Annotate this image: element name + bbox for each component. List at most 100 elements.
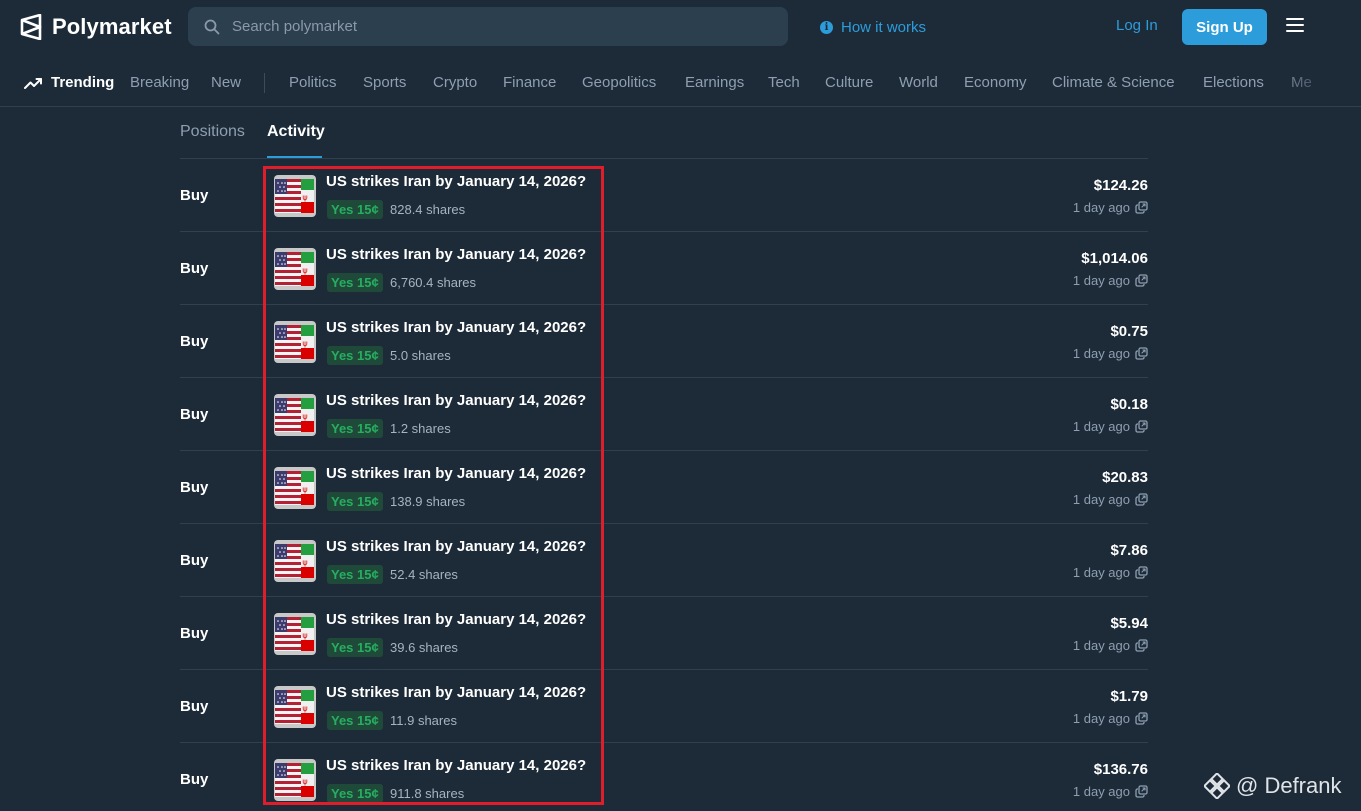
nav-breaking[interactable]: Breaking <box>130 74 189 91</box>
trade-amount: $0.18 <box>1110 396 1148 413</box>
market-title[interactable]: US strikes Iran by January 14, 2026? <box>326 392 586 409</box>
nav-new[interactable]: New <box>211 74 241 91</box>
svg-text:ψ: ψ <box>302 412 307 421</box>
outcome-badge: Yes 15¢ <box>327 711 383 730</box>
trade-amount: $1,014.06 <box>1081 250 1148 267</box>
trade-time: 1 day ago <box>1072 711 1130 726</box>
time-and-link: 1 day ago <box>1073 784 1148 799</box>
market-flag-icon[interactable]: ψ <box>274 248 316 290</box>
trade-amount: $0.75 <box>1110 323 1148 340</box>
svg-text:ψ: ψ <box>302 558 307 567</box>
market-title[interactable]: US strikes Iran by January 14, 2026? <box>326 173 586 190</box>
time-and-link: 1 day ago <box>1073 711 1148 726</box>
time-and-link: 1 day ago <box>1073 492 1148 507</box>
time-and-link: 1 day ago <box>1073 419 1148 434</box>
trade-type: Buy <box>180 698 209 715</box>
external-link-icon[interactable] <box>1135 420 1148 433</box>
login-button[interactable]: Log In <box>1116 17 1158 34</box>
shares-count: 828.4 shares <box>390 202 466 217</box>
nav-earnings[interactable]: Earnings <box>685 74 744 91</box>
trade-time: 1 day ago <box>1072 492 1130 507</box>
info-icon: i <box>820 20 833 34</box>
outcome-badge: Yes 15¢ <box>327 419 383 438</box>
trade-amount: $124.26 <box>1093 177 1148 194</box>
shares-count: 1.2 shares <box>390 421 451 436</box>
market-title[interactable]: US strikes Iran by January 14, 2026? <box>326 319 586 336</box>
shares-count: 5.0 shares <box>390 348 451 363</box>
nav-sports[interactable]: Sports <box>363 74 406 91</box>
svg-text:ψ: ψ <box>302 193 307 202</box>
trade-type: Buy <box>180 479 209 496</box>
time-and-link: 1 day ago <box>1073 565 1148 580</box>
search-bar[interactable] <box>188 7 788 46</box>
nav-finance[interactable]: Finance <box>503 74 556 91</box>
time-and-link: 1 day ago <box>1073 200 1148 215</box>
market-flag-icon[interactable]: ψ <box>274 686 316 728</box>
how-it-works-label: How it works <box>841 18 927 36</box>
external-link-icon[interactable] <box>1135 712 1148 725</box>
market-title[interactable]: US strikes Iran by January 14, 2026? <box>326 611 586 628</box>
nav-politics[interactable]: Politics <box>289 74 337 91</box>
nav-elections[interactable]: Elections <box>1203 74 1264 91</box>
market-flag-icon[interactable]: ψ <box>274 759 316 801</box>
external-link-icon[interactable] <box>1135 639 1148 652</box>
external-link-icon[interactable] <box>1135 201 1148 214</box>
outcome-badge: Yes 15¢ <box>327 784 383 803</box>
external-link-icon[interactable] <box>1135 785 1148 798</box>
market-flag-icon[interactable]: ψ <box>274 540 316 582</box>
nav-climate-science[interactable]: Climate & Science <box>1052 74 1175 91</box>
watermark: @ Defrank <box>1204 771 1341 801</box>
market-title[interactable]: US strikes Iran by January 14, 2026? <box>326 465 586 482</box>
trade-type: Buy <box>180 771 209 788</box>
market-flag-icon[interactable]: ψ <box>274 175 316 217</box>
outcome-badge: Yes 15¢ <box>327 565 383 584</box>
nav-tech[interactable]: Tech <box>768 74 800 91</box>
trade-time: 1 day ago <box>1072 784 1130 799</box>
nav-divider <box>264 73 265 93</box>
hamburger-menu-icon[interactable] <box>1286 18 1304 34</box>
time-and-link: 1 day ago <box>1073 346 1148 361</box>
trade-time: 1 day ago <box>1072 273 1130 288</box>
nav-crypto[interactable]: Crypto <box>433 74 477 91</box>
shares-count: 11.9 shares <box>390 713 457 728</box>
trade-type: Buy <box>180 260 209 277</box>
trade-amount: $7.86 <box>1110 542 1148 559</box>
market-title[interactable]: US strikes Iran by January 14, 2026? <box>326 684 586 701</box>
market-title[interactable]: US strikes Iran by January 14, 2026? <box>326 538 586 555</box>
svg-text:ψ: ψ <box>302 631 307 640</box>
nav-geopolitics[interactable]: Geopolitics <box>582 74 656 91</box>
market-flag-icon[interactable]: ψ <box>274 613 316 655</box>
tab-positions[interactable]: Positions <box>180 123 245 141</box>
external-link-icon[interactable] <box>1135 274 1148 287</box>
market-flag-icon[interactable]: ψ <box>274 321 316 363</box>
category-nav: Trending Breaking New Politics Sports Cr… <box>0 56 1361 107</box>
market-flag-icon[interactable]: ψ <box>274 467 316 509</box>
signup-button[interactable]: Sign Up <box>1182 9 1267 45</box>
market-title[interactable]: US strikes Iran by January 14, 2026? <box>326 757 586 774</box>
nav-economy[interactable]: Economy <box>964 74 1027 91</box>
external-link-icon[interactable] <box>1135 347 1148 360</box>
outcome-badge: Yes 15¢ <box>327 346 383 365</box>
activity-list: Buy ψ US strikes Iran by January 14, 202… <box>180 159 1148 811</box>
binance-logo-icon <box>1204 773 1230 799</box>
market-flag-icon[interactable]: ψ <box>274 394 316 436</box>
nav-culture[interactable]: Culture <box>825 74 873 91</box>
tab-activity[interactable]: Activity <box>267 123 325 141</box>
search-input[interactable] <box>232 18 752 35</box>
svg-text:ψ: ψ <box>302 485 307 494</box>
trade-type: Buy <box>180 625 209 642</box>
trade-amount: $1.79 <box>1110 688 1148 705</box>
activity-row: Buy ψ US strikes Iran by January 14, 202… <box>180 305 1148 378</box>
nav-world[interactable]: World <box>899 74 938 91</box>
outcome-badge: Yes 15¢ <box>327 492 383 511</box>
external-link-icon[interactable] <box>1135 493 1148 506</box>
outcome-badge: Yes 15¢ <box>327 273 383 292</box>
nav-trending[interactable]: Trending <box>24 74 114 91</box>
polymarket-logo[interactable]: Polymarket <box>20 12 172 42</box>
how-it-works-link[interactable]: i How it works <box>820 17 926 37</box>
svg-text:ψ: ψ <box>302 777 307 786</box>
trending-up-icon <box>24 77 42 89</box>
svg-text:ψ: ψ <box>302 704 307 713</box>
external-link-icon[interactable] <box>1135 566 1148 579</box>
market-title[interactable]: US strikes Iran by January 14, 2026? <box>326 246 586 263</box>
